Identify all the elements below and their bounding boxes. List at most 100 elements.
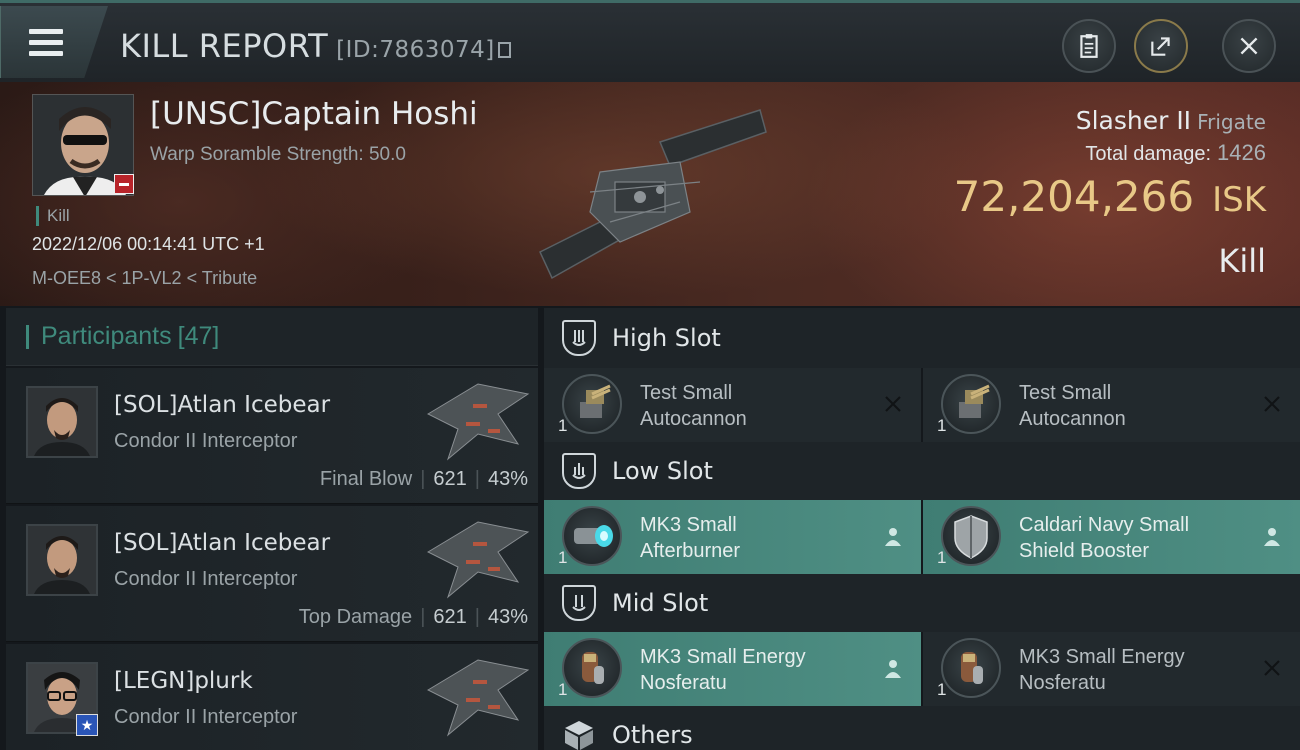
participant-percent: 43% [487,606,528,628]
kill-location: M-OEE8 < 1P-VL2 < Tribute [32,268,258,288]
nosferatu-icon [941,638,1001,698]
participant-row[interactable]: [SOL]Atlan Icebear Condor II Interceptor… [6,368,538,504]
module-name: MK3 Small Afterburner [640,512,880,564]
high-slot-modules: 1 Test Small Autocannon 1 Test Small Aut… [544,368,1300,442]
participants-label: Participants [41,322,172,350]
victim-ship[interactable]: Slasher II Frigate [1076,106,1266,135]
low-slot-icon [562,453,596,489]
module-qty: 1 [558,416,568,435]
module-item[interactable]: 1 MK3 Small Afterburner [544,500,921,574]
module-name-line2: Nosferatu [640,672,727,694]
dropped-person-icon [1264,528,1280,546]
participant-ship: Condor II Interceptor [114,568,298,590]
participant-name[interactable]: [SOL]Atlan Icebear [114,392,330,418]
participants-header: Participants [47] [6,308,538,366]
mid-slot-label: Mid Slot [612,589,709,617]
star-badge-icon: ★ [76,714,98,736]
low-slot-label: Low Slot [612,457,713,485]
destroyed-x-icon [1264,660,1280,676]
destroyed-x-icon [1264,396,1280,412]
report-id: [ID:7863074] [336,37,495,63]
victim-ship-image [539,109,767,280]
low-slot-header: Low Slot [544,442,1300,500]
module-name-line1: MK3 Small [640,514,737,536]
module-item[interactable]: 1 Test Small Autocannon [544,368,921,442]
participant-avatar[interactable] [26,386,98,458]
afterburner-icon [562,506,622,566]
module-item[interactable]: 1 Test Small Autocannon [923,368,1300,442]
participant-row[interactable]: [SOL]Atlan Icebear Condor II Interceptor… [6,506,538,642]
module-name-line1: MK3 Small Energy [1019,646,1185,668]
clipboard-icon [1080,34,1098,58]
cube-icon [565,721,593,750]
mid-slot-modules: 1 MK3 Small Energy Nosferatu 1 MK3 Small… [544,632,1300,706]
participant-ship: Condor II Interceptor [114,706,298,728]
isk-value: 72,204,266 [953,172,1195,221]
nosferatu-icon [562,638,622,698]
module-name: MK3 Small Energy Nosferatu [1019,644,1259,696]
module-name-line1: Test Small [640,382,733,404]
pilot-avatar-icon [28,388,96,456]
isk-unit: ISK [1212,180,1266,220]
module-qty: 1 [937,548,947,567]
module-name-line1: Caldari Navy Small [1019,514,1190,536]
page-title-text: KILL REPORT [120,27,329,65]
dropped-person-icon [885,528,901,546]
menu-button[interactable] [0,6,108,78]
copy-icon[interactable] [497,42,511,58]
menu-icon [29,29,63,57]
module-item[interactable]: 1 MK3 Small Energy Nosferatu [923,632,1300,706]
victim-name[interactable]: [UNSC]Captain Hoshi [150,96,478,132]
participant-ship: Condor II Interceptor [114,430,298,452]
module-item[interactable]: 1 Caldari Navy Small Shield Booster [923,500,1300,574]
module-name: Test Small Autocannon [640,380,880,432]
kill-tag: Kill [36,206,70,226]
module-name-line1: MK3 Small Energy [640,646,806,668]
mid-slot-icon [562,585,596,621]
share-button[interactable] [1134,19,1188,73]
module-name-line2: Autocannon [1019,408,1126,430]
close-button[interactable] [1222,19,1276,73]
victim-banner: [UNSC]Captain Hoshi Warp Soramble Streng… [0,82,1300,306]
module-name-line2: Afterburner [640,540,741,562]
total-damage-label: Total damage: [1085,143,1212,165]
participant-name[interactable]: [SOL]Atlan Icebear [114,530,330,556]
pilot-avatar-icon [28,526,96,594]
others-header: Others [544,706,1300,750]
autocannon-icon [941,374,1001,434]
clipboard-button[interactable] [1062,19,1116,73]
participant-ship-image [426,383,530,461]
close-icon [1240,37,1258,55]
module-name-line1: Test Small [1019,382,1112,404]
kill-datetime: 2022/12/06 00:14:41 UTC +1 [32,234,265,254]
participant-stats: Final Blow | 621 | 43% [319,468,528,490]
participant-stats: Top Damage | 621 | 43% [298,606,528,628]
participant-damage: 621 [433,468,467,490]
fittings-panel: High Slot 1 Test Small Autocannon 1 Test… [544,308,1300,750]
high-slot-icon [562,320,596,356]
page-title: KILL REPORT [ID:7863074] [120,27,511,65]
module-qty: 1 [558,680,568,699]
shield-booster-icon [941,506,1001,566]
participant-percent: 43% [487,468,528,490]
standing-minus-badge [114,174,134,194]
participant-name[interactable]: [LEGN]plurk [114,668,253,694]
module-name: Test Small Autocannon [1019,380,1259,432]
participant-ship-image [426,521,530,599]
participant-ship-image [426,659,530,737]
participant-row[interactable]: ★ [LEGN]plurk Condor II Interceptor [6,644,538,750]
module-item[interactable]: 1 MK3 Small Energy Nosferatu [544,632,921,706]
share-icon [1151,37,1170,56]
participants-count: [47] [177,322,220,350]
high-slot-header: High Slot [544,308,1300,368]
participant-role: Top Damage [298,606,413,628]
participant-role: Final Blow [319,468,413,490]
module-qty: 1 [937,680,947,699]
kill-outcome: Kill [1218,242,1266,280]
module-name-line2: Shield Booster [1019,540,1150,562]
high-slot-label: High Slot [612,324,721,352]
module-qty: 1 [558,548,568,567]
participant-avatar[interactable] [26,524,98,596]
module-name-line2: Nosferatu [1019,672,1106,694]
dropped-person-icon [885,660,901,678]
